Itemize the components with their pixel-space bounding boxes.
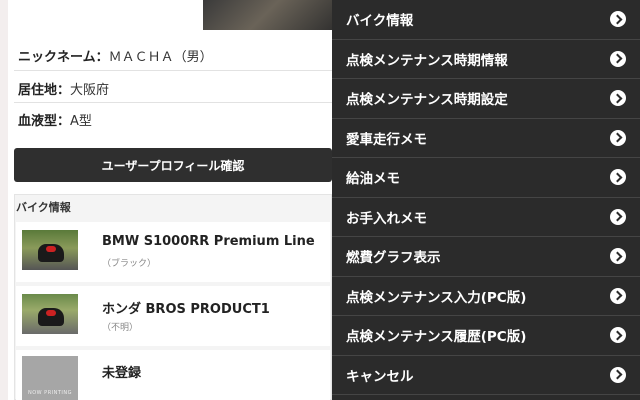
blood-type-row: 血液型： A型 [18,108,330,130]
chevron-right-icon [610,208,626,225]
menu-item-label: 給油メモ [346,171,400,188]
user-profile-confirm-button[interactable]: ユーザープロフィール確認 [14,148,332,182]
menu-item-bike-info[interactable]: バイク情報 [332,0,640,40]
menu-item-label: 燃費グラフ表示 [346,250,441,267]
menu-item-label: 点検メンテナンス時期設定 [346,92,508,109]
blood-type-label: 血液型： [18,113,71,129]
motorcycle-accent [46,246,56,252]
profile-cover-image [203,0,343,30]
chevron-right-icon [610,327,626,344]
blood-type-value: A型 [70,113,92,129]
bike-thumbnail-placeholder: NOW PRINTING [22,356,78,400]
bike-info-title: バイク情報 [16,201,71,214]
menu-item-label: お手入れメモ [346,210,427,227]
menu-item-maintenance-history-pc[interactable]: 点検メンテナンス履歴(PC版) [332,316,640,356]
chevron-right-icon [610,90,626,107]
menu-item-maintenance-schedule-settings[interactable]: 点検メンテナンス時期設定 [332,79,640,119]
menu-item-label: キャンセル [346,368,414,385]
menu-item-fuel-memo[interactable]: 給油メモ [332,158,640,198]
now-printing-text: NOW PRINTING [27,390,73,396]
bike-list-item[interactable]: NOW PRINTING 未登録 [16,350,330,400]
residence-label: 居住地： [18,82,71,98]
bike-name: ホンダ BROS PRODUCT1 [102,302,270,317]
chevron-right-icon [610,11,626,28]
divider [14,70,332,71]
menu-item-label: バイク情報 [346,13,414,30]
menu-item-label: 点検メンテナンス履歴(PC版) [346,329,527,346]
menu-item-maintenance-input-pc[interactable]: 点検メンテナンス入力(PC版) [332,277,640,316]
menu-item-maintenance-schedule-info[interactable]: 点検メンテナンス時期情報 [332,40,640,79]
menu-item-label: 点検メンテナンス入力(PC版) [346,289,527,306]
menu-item-cancel[interactable]: キャンセル [332,356,640,395]
residence-row: 居住地： 大阪府 [18,77,330,99]
chevron-right-icon [610,287,626,304]
motorcycle-accent [46,310,56,316]
menu-item-label: 愛車走行メモ [346,131,427,148]
chevron-right-icon [610,248,626,265]
nickname-row: ニックネーム： ＭＡＣＨＡ（男） [18,44,330,66]
bike-color: （ブラック） [102,259,157,269]
action-menu: バイク情報 点検メンテナンス時期情報 点検メンテナンス時期設定 愛車走行メモ 給… [332,0,640,400]
menu-item-fuel-graph[interactable]: 燃費グラフ表示 [332,237,640,277]
bike-name: BMW S1000RR Premium Line [102,234,315,249]
divider [14,102,332,103]
bike-thumbnail [22,294,78,334]
menu-item-ride-memo[interactable]: 愛車走行メモ [332,119,640,158]
bike-name: 未登録 [102,366,142,381]
bike-thumbnail [22,230,78,270]
residence-value: 大阪府 [70,82,110,98]
chevron-right-icon [610,366,626,383]
chevron-right-icon [610,129,626,146]
bike-color: （不明） [102,323,139,333]
nickname-value: ＭＡＣＨＡ（男） [108,49,213,65]
menu-item-care-memo[interactable]: お手入れメモ [332,198,640,237]
page-edge [0,0,8,400]
chevron-right-icon [610,169,626,186]
menu-item-label: 点検メンテナンス時期情報 [346,52,508,69]
chevron-right-icon [610,50,626,67]
bike-list-item[interactable]: BMW S1000RR Premium Line （ブラック） [16,222,330,282]
nickname-label: ニックネーム： [18,49,109,65]
bike-list-item[interactable]: ホンダ BROS PRODUCT1 （不明） [16,286,330,346]
